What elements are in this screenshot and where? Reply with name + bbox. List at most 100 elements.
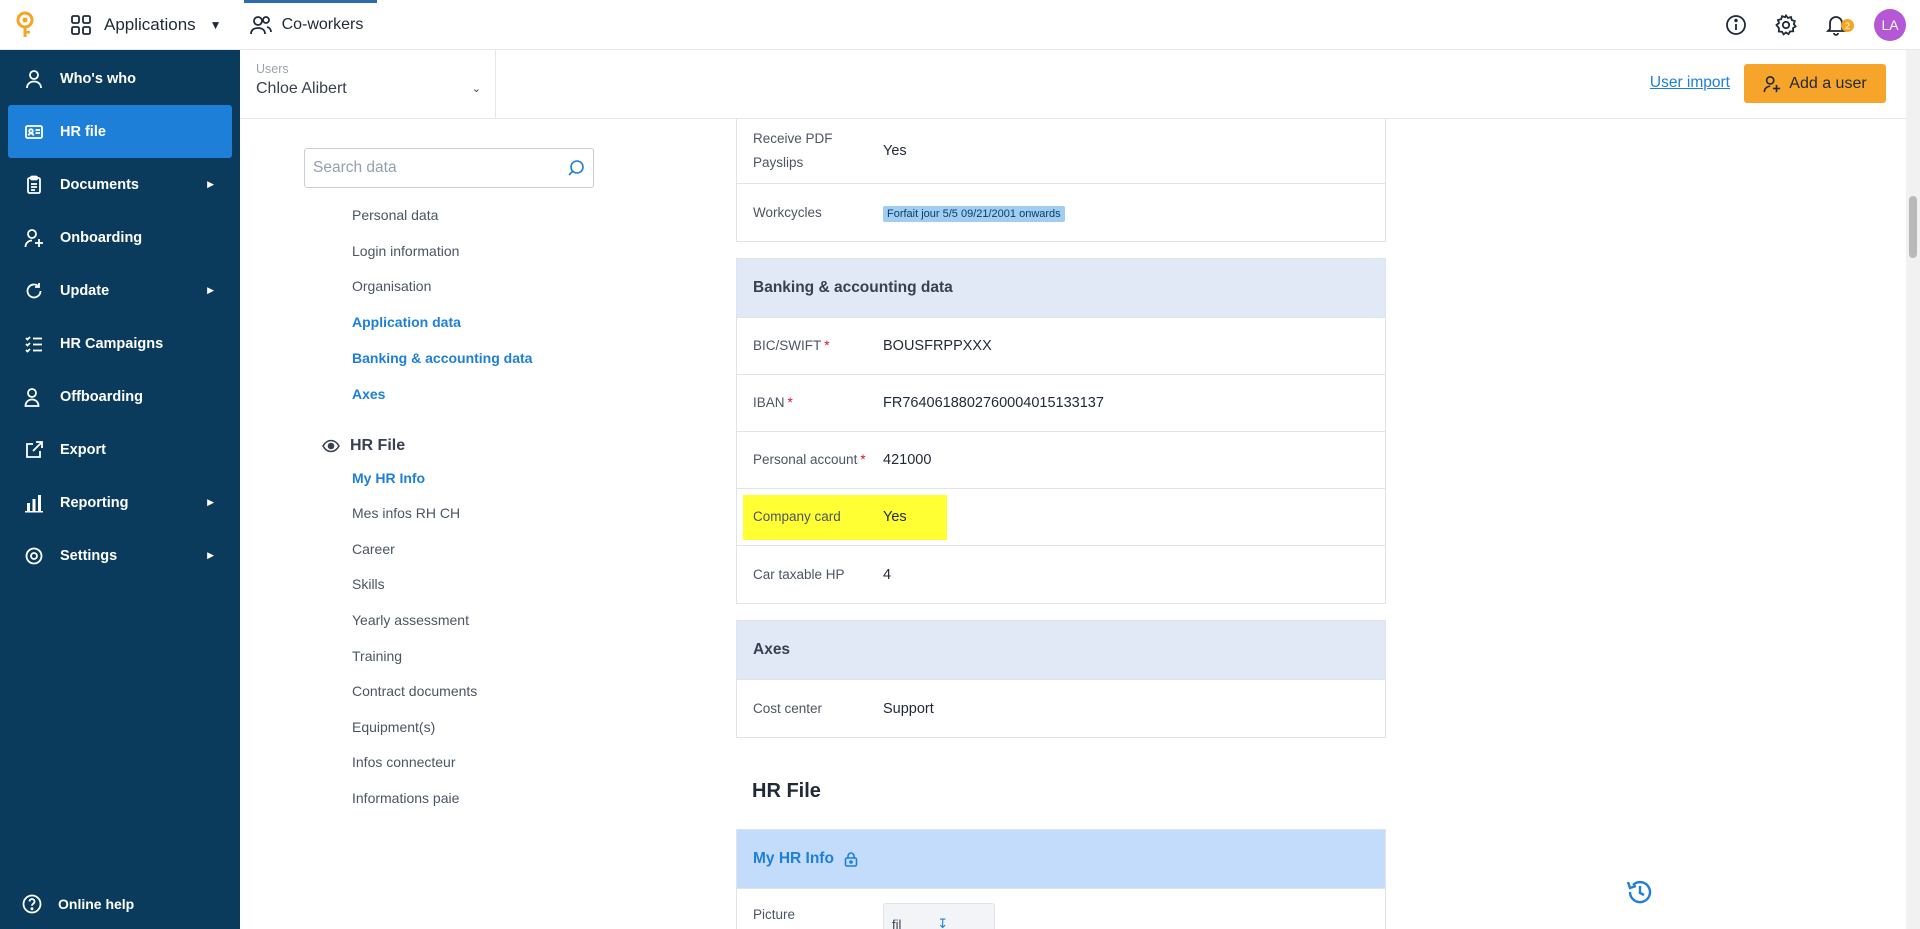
sidebar-item-onboarding[interactable]: Onboarding (0, 211, 240, 264)
company-card-value: Yes (883, 509, 907, 525)
hr-file-heading-label: HR File (350, 437, 406, 454)
nav-link-contract-documents[interactable]: Contract documents (352, 683, 477, 699)
row-picture: Picture fil ↧ (737, 889, 1385, 929)
sidebar-item-settings[interactable]: Settings ▶ (0, 529, 240, 582)
user-import-link[interactable]: User import (1650, 74, 1730, 92)
required-mark: * (787, 395, 793, 410)
nav-link-training[interactable]: Training (352, 648, 402, 664)
online-help-label: Online help (58, 896, 135, 912)
sidebar-item-hr-campaigns[interactable]: HR Campaigns (0, 317, 240, 370)
id-card-icon (25, 124, 43, 139)
user-minus-icon (24, 387, 40, 407)
sub-header: Users Chloe Alibert ⌄ User import Add a … (240, 50, 1920, 119)
search-input[interactable]: Search data (304, 148, 594, 188)
personal-account-label: Personal account (753, 452, 858, 467)
nav-link-login-information[interactable]: Login information (352, 243, 459, 259)
nav-link-informations-paie[interactable]: Informations paie (352, 790, 459, 806)
nav-link-my-hr-info[interactable]: My HR Info (352, 470, 425, 486)
users-icon (249, 15, 272, 34)
checklist-icon (25, 335, 42, 353)
picture-label: Picture (753, 907, 796, 922)
sidebar-item-label: Offboarding (60, 388, 143, 405)
my-hr-info-label: My HR Info (753, 850, 834, 867)
row-bic: BIC/SWIFT * BOUSFRPPXXX (737, 318, 1385, 375)
hr-file-nav-heading[interactable]: HR File (322, 437, 405, 455)
sidebar-item-reporting[interactable]: Reporting ▶ (0, 476, 240, 529)
nav-link-mes-infos-rh-ch[interactable]: Mes infos RH CH (352, 505, 460, 521)
selected-user: Chloe Alibert (256, 80, 347, 97)
add-user-button[interactable]: Add a user (1744, 64, 1886, 103)
chevron-right-icon: ▶ (207, 550, 214, 560)
app-logo[interactable] (0, 0, 50, 50)
info-icon[interactable] (1724, 13, 1748, 37)
sidebar-item-update[interactable]: Update ▶ (0, 264, 240, 317)
user-plus-icon (24, 228, 43, 247)
avatar[interactable]: LA (1874, 9, 1906, 41)
axes-section-title: Axes (737, 621, 1385, 680)
bar-chart-icon (25, 494, 43, 512)
row-car-hp: Car taxable HP 4 (737, 546, 1385, 603)
users-label: Users (256, 62, 289, 76)
user-plus-icon (1763, 75, 1781, 92)
nav-link-equipments[interactable]: Equipment(s) (352, 719, 435, 735)
sidebar-item-whos-who[interactable]: Who's who (0, 52, 240, 105)
row-personal-account: Personal account * 421000 (737, 432, 1385, 489)
car-hp-value: 4 (883, 566, 892, 583)
nav-link-organisation[interactable]: Organisation (352, 278, 431, 294)
my-hr-info-panel: My HR Info Picture fil ↧ (736, 829, 1386, 929)
sidebar: Who's who HR file Documents ▶ Onboarding… (0, 50, 240, 929)
chevron-right-icon: ▶ (207, 497, 214, 507)
row-company-card: Company card Yes (737, 489, 1385, 546)
bic-value: BOUSFRPPXXX (883, 338, 992, 354)
receive-pdf-value: Yes (883, 143, 907, 159)
sidebar-item-label: Onboarding (60, 229, 143, 246)
company-card-label: Company card (753, 509, 841, 524)
tab-coworkers[interactable]: Co-workers (243, 0, 378, 50)
sidebar-item-label: Documents (60, 176, 139, 193)
sidebar-item-offboarding[interactable]: Offboarding (0, 370, 240, 423)
nav-link-axes[interactable]: Axes (352, 386, 385, 402)
sidebar-item-documents[interactable]: Documents ▶ (0, 158, 240, 211)
workcycles-label: Workcycles (753, 204, 822, 220)
sidebar-item-export[interactable]: Export (0, 423, 240, 476)
nav-link-yearly-assessment[interactable]: Yearly assessment (352, 612, 469, 628)
bic-label: BIC/SWIFT (753, 338, 822, 353)
applications-menu[interactable]: Applications ▼ (50, 0, 246, 50)
user-select[interactable]: Users Chloe Alibert ⌄ (240, 50, 496, 119)
scrollbar-thumb[interactable] (1909, 196, 1917, 258)
sidebar-item-label: Update (60, 282, 110, 299)
nav-link-career[interactable]: Career (352, 541, 395, 557)
cost-center-label: Cost center (753, 700, 823, 716)
lock-icon[interactable] (844, 851, 858, 867)
history-icon[interactable] (1624, 876, 1656, 908)
nav-link-application-data[interactable]: Application data (352, 314, 461, 330)
nav-link-banking[interactable]: Banking & accounting data (352, 350, 532, 366)
sidebar-item-hr-file[interactable]: HR file (8, 105, 232, 158)
applications-label: Applications (104, 14, 196, 34)
online-help-link[interactable]: Online help (0, 879, 240, 929)
eye-icon (322, 439, 340, 453)
scrollbar[interactable] (1906, 50, 1920, 929)
personal-account-value: 421000 (883, 452, 932, 468)
iban-label: IBAN (753, 395, 785, 410)
nav-link-personal-data[interactable]: Personal data (352, 207, 438, 223)
hr-file-title: HR File (752, 780, 821, 802)
iban-value: FR7640618802760004015133137 (883, 395, 1104, 411)
row-iban: IBAN * FR7640618802760004015133137 (737, 375, 1385, 432)
top-bar: Applications ▼ Co-workers 2 LA (0, 0, 1920, 50)
required-mark: * (824, 338, 830, 353)
search-icon[interactable] (567, 159, 585, 177)
person-icon (26, 69, 42, 88)
banking-section-title: Banking & accounting data (737, 259, 1385, 318)
sidebar-item-label: HR Campaigns (60, 335, 164, 352)
sidebar-item-label: Settings (60, 547, 118, 564)
nav-link-skills[interactable]: Skills (352, 576, 385, 592)
file-upload-button[interactable]: fil ↧ (883, 903, 995, 929)
required-mark: * (860, 452, 866, 467)
chevron-down-icon: ⌄ (471, 83, 481, 95)
chevron-right-icon: ▶ (207, 179, 214, 189)
download-icon: ↧ (937, 916, 949, 929)
nav-link-infos-connecteur[interactable]: Infos connecteur (352, 754, 456, 770)
bell-icon[interactable]: 2 (1824, 13, 1854, 37)
gear-icon[interactable] (1774, 13, 1798, 37)
